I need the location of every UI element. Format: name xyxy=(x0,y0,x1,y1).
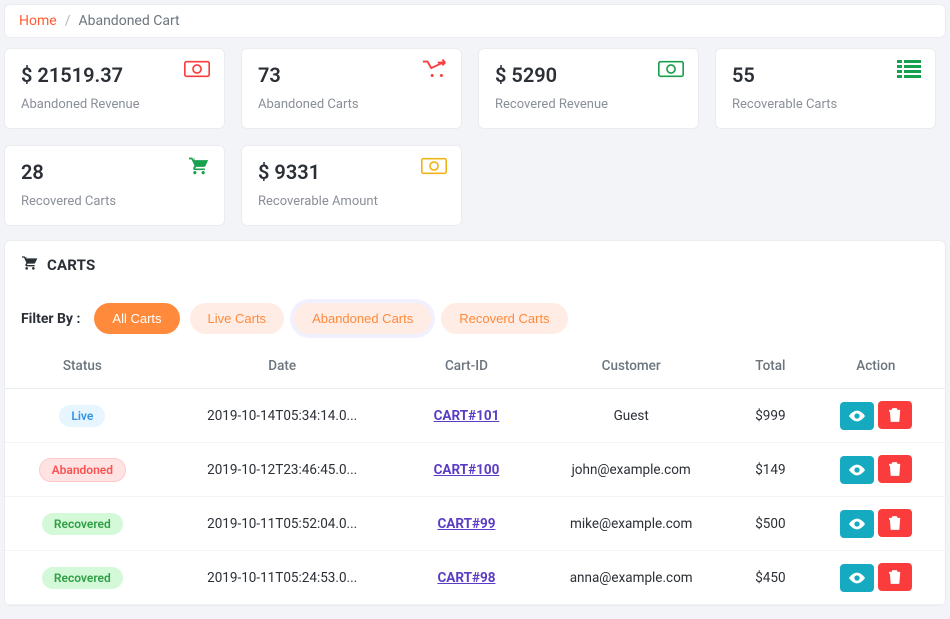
breadcrumb: Home / Abandoned Cart xyxy=(4,4,946,38)
panel-title: CARTS xyxy=(47,256,95,274)
stat-card: 28 Recovered Carts xyxy=(4,145,225,226)
cell-date: 2019-10-11T05:52:04.0... xyxy=(160,497,405,551)
money-icon xyxy=(184,59,210,79)
cell-customer: anna@example.com xyxy=(528,551,734,605)
stat-label: Recoverable Amount xyxy=(258,194,445,209)
table-header: Total xyxy=(734,344,807,389)
table-body: Live 2019-10-14T05:34:14.0... CART#101 Gues… xyxy=(5,389,945,605)
money-icon xyxy=(658,59,684,79)
cart-id-link[interactable]: CART#99 xyxy=(437,516,495,532)
cart-arrow-icon xyxy=(421,59,447,79)
status-badge: Live xyxy=(59,405,105,427)
cell-date: 2019-10-12T23:46:45.0... xyxy=(160,443,405,497)
stat-label: Recoverable Carts xyxy=(732,97,919,112)
stat-value: $ 21519.37 xyxy=(21,63,208,87)
cell-date: 2019-10-11T05:24:53.0... xyxy=(160,551,405,605)
status-badge: Recovered xyxy=(42,513,123,535)
stat-card: 73 Abandoned Carts xyxy=(241,48,462,129)
table-header: Cart-ID xyxy=(405,344,529,389)
delete-button[interactable] xyxy=(878,563,912,591)
filter-pill-recoverd-carts[interactable]: Recoverd Carts xyxy=(441,303,567,334)
stat-value: 28 xyxy=(21,160,208,184)
stat-label: Abandoned Revenue xyxy=(21,97,208,112)
cart-id-link[interactable]: CART#98 xyxy=(437,570,495,586)
filter-row: Filter By : All Carts Live Carts Abandoned… xyxy=(5,279,945,344)
carts-table: StatusDateCart-IDCustomerTotalAction Liv… xyxy=(5,344,945,605)
breadcrumb-home[interactable]: Home xyxy=(19,13,57,29)
cell-date: 2019-10-14T05:34:14.0... xyxy=(160,389,405,443)
list-icon xyxy=(895,59,921,79)
cart-icon xyxy=(184,156,210,176)
delete-button[interactable] xyxy=(878,455,912,483)
cell-total: $999 xyxy=(734,389,807,443)
stat-card: $ 9331 Recoverable Amount xyxy=(241,145,462,226)
status-badge: Abandoned xyxy=(39,458,126,482)
view-button[interactable] xyxy=(840,456,874,484)
table-header: Action xyxy=(807,344,945,389)
filter-pill-all-carts[interactable]: All Carts xyxy=(94,303,179,334)
stat-label: Recovered Revenue xyxy=(495,97,682,112)
stat-card: $ 5290 Recovered Revenue xyxy=(478,48,699,129)
stat-value: $ 5290 xyxy=(495,63,682,87)
filter-pill-abandoned-carts[interactable]: Abandoned Carts xyxy=(294,303,431,334)
cell-total: $149 xyxy=(734,443,807,497)
filter-pill-live-carts[interactable]: Live Carts xyxy=(190,303,285,334)
carts-panel: CARTS Filter By : All Carts Live Carts Aba… xyxy=(4,240,946,606)
cart-icon xyxy=(21,255,39,275)
stat-value: 73 xyxy=(258,63,445,87)
cell-customer: john@example.com xyxy=(528,443,734,497)
delete-button[interactable] xyxy=(878,401,912,429)
view-button[interactable] xyxy=(840,510,874,538)
filter-label: Filter By : xyxy=(21,311,80,327)
view-button[interactable] xyxy=(840,402,874,430)
cell-customer: mike@example.com xyxy=(528,497,734,551)
table-row: Abandoned 2019-10-12T23:46:45.0... CART#10… xyxy=(5,443,945,497)
cart-id-link[interactable]: CART#100 xyxy=(434,462,500,478)
cell-total: $500 xyxy=(734,497,807,551)
money-icon xyxy=(421,156,447,176)
cell-customer: Guest xyxy=(528,389,734,443)
filter-pills: All Carts Live Carts Abandoned Carts Recove… xyxy=(94,303,567,334)
stat-label: Abandoned Carts xyxy=(258,97,445,112)
stat-value: $ 9331 xyxy=(258,160,445,184)
table-header: Customer xyxy=(528,344,734,389)
stat-card: 55 Recoverable Carts xyxy=(715,48,936,129)
table-row: Recovered 2019-10-11T05:24:53.0... CART#98… xyxy=(5,551,945,605)
cell-total: $450 xyxy=(734,551,807,605)
stat-label: Recovered Carts xyxy=(21,194,208,209)
stat-card: $ 21519.37 Abandoned Revenue xyxy=(4,48,225,129)
stat-cards-grid: $ 21519.37 Abandoned Revenue 73 Abandoned C… xyxy=(0,48,950,240)
table-row: Recovered 2019-10-11T05:52:04.0... CART#99… xyxy=(5,497,945,551)
table-header: Status xyxy=(5,344,160,389)
table-header-row: StatusDateCart-IDCustomerTotalAction xyxy=(5,344,945,389)
breadcrumb-separator: / xyxy=(65,13,71,29)
table-header: Date xyxy=(160,344,405,389)
status-badge: Recovered xyxy=(42,567,123,589)
cart-id-link[interactable]: CART#101 xyxy=(434,408,500,424)
delete-button[interactable] xyxy=(878,509,912,537)
stat-value: 55 xyxy=(732,63,919,87)
view-button[interactable] xyxy=(840,564,874,592)
breadcrumb-current: Abandoned Cart xyxy=(78,13,179,29)
table-row: Live 2019-10-14T05:34:14.0... CART#101 Gues… xyxy=(5,389,945,443)
